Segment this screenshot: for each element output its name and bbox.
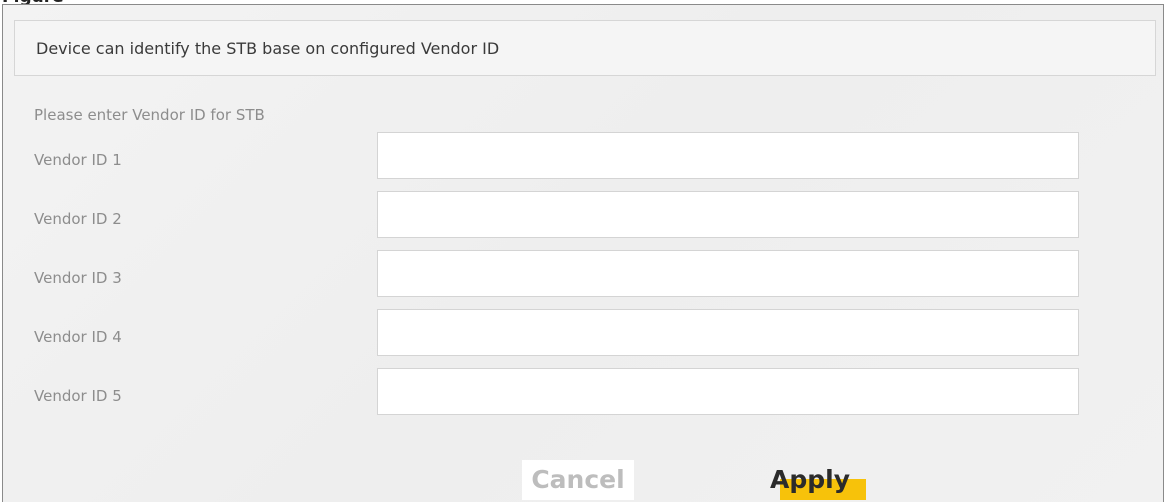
vendor-id-3-field[interactable] xyxy=(377,250,1079,297)
info-text: Device can identify the STB base on conf… xyxy=(36,39,500,58)
vendor-id-2-label: Vendor ID 2 xyxy=(34,210,122,228)
stb-vendor-id-panel: Device can identify the STB base on conf… xyxy=(2,4,1164,502)
vendor-id-5-field[interactable] xyxy=(377,368,1079,415)
vendor-id-2-field[interactable] xyxy=(377,191,1079,238)
vendor-id-4-label: Vendor ID 4 xyxy=(34,328,122,346)
info-bar: Device can identify the STB base on conf… xyxy=(14,20,1156,76)
vendor-id-1-label: Vendor ID 1 xyxy=(34,151,122,169)
apply-button[interactable]: Apply xyxy=(768,460,866,500)
vendor-id-1-field[interactable] xyxy=(377,132,1079,179)
vendor-id-5-label: Vendor ID 5 xyxy=(34,387,122,405)
apply-button-label: Apply xyxy=(770,465,851,494)
cancel-button[interactable]: Cancel xyxy=(522,460,634,500)
vendor-id-3-label: Vendor ID 3 xyxy=(34,269,122,287)
section-label: Please enter Vendor ID for STB xyxy=(34,106,265,124)
vendor-id-4-field[interactable] xyxy=(377,309,1079,356)
